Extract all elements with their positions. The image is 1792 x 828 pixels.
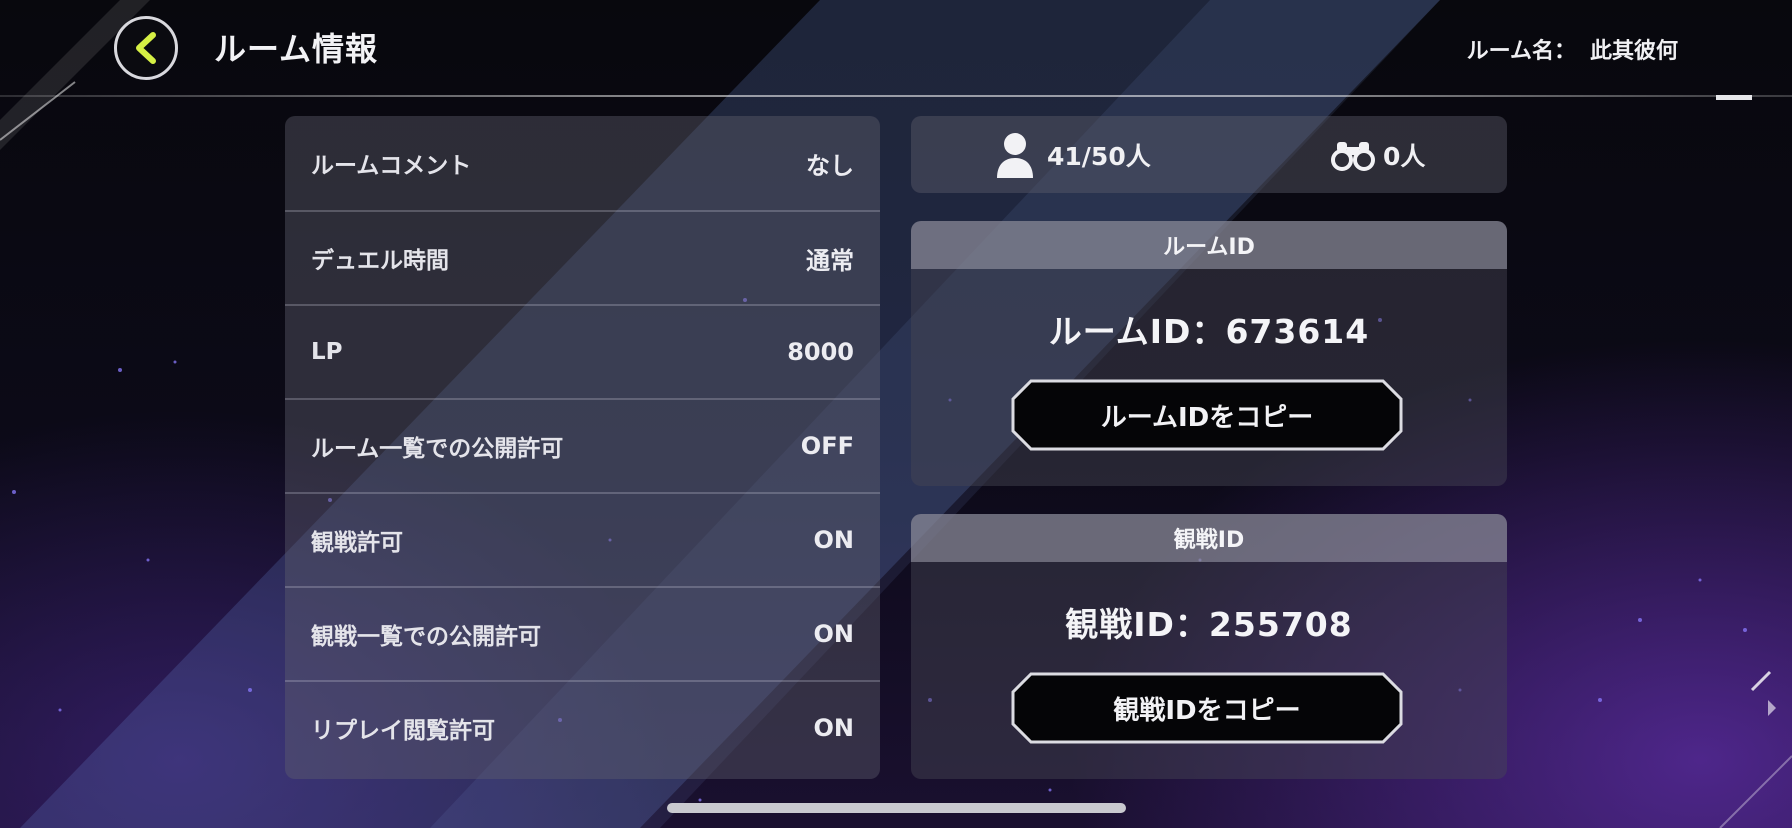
room-id-card: ルームID ルームID：673614 ルームIDをコピー [911, 221, 1507, 486]
room-name-value: 此其彼何 [1589, 39, 1678, 64]
player-count-text: 41/50人 [1047, 141, 1151, 171]
setting-label: デュエル時間 [311, 248, 449, 274]
room-id-text: ルームID：673614 [1048, 312, 1370, 351]
setting-value: OFF [800, 432, 854, 460]
header-divider [0, 95, 1792, 97]
setting-row-room-comment: ルームコメント なし [285, 116, 880, 210]
spectator-count-text: 0人 [1383, 141, 1426, 171]
spectator-count: 0人 [1331, 116, 1425, 193]
setting-label: リプレイ閲覧許可 [311, 718, 495, 744]
home-indicator[interactable] [667, 803, 1126, 813]
copy-room-id-label: ルームIDをコピー [1100, 402, 1314, 433]
room-name-label: ルーム名： [1466, 39, 1576, 64]
back-button[interactable] [114, 16, 178, 80]
binoculars-icon [1331, 139, 1375, 171]
room-stats-bar: 41/50人 0人 [911, 116, 1507, 193]
player-count: 41/50人 [995, 116, 1151, 193]
setting-row-replay-viewing: リプレイ閲覧許可 ON [285, 680, 880, 774]
setting-label: ルームコメント [311, 153, 472, 179]
spectate-id-text: 観戦ID：255708 [1065, 605, 1353, 644]
setting-row-room-list-visibility: ルーム一覧での公開許可 OFF [285, 398, 880, 492]
setting-value: 8000 [787, 338, 854, 366]
copy-spectate-id-button[interactable]: 観戦IDをコピー [1011, 672, 1403, 744]
room-settings-panel: ルームコメント なし デュエル時間 通常 LP 8000 ルーム一覧での公開許可… [285, 116, 880, 779]
setting-label: 観戦一覧での公開許可 [311, 624, 541, 650]
header-bar: ルーム情報 ルーム名： 此其彼何 [0, 0, 1792, 100]
page-title: ルーム情報 [214, 30, 379, 68]
room-name-display: ルーム名： 此其彼何 [1467, 33, 1678, 65]
setting-row-lp: LP 8000 [285, 304, 880, 398]
spectate-id-card-header: 観戦ID [911, 514, 1507, 562]
room-id-card-header: ルームID [911, 221, 1507, 269]
chevron-left-icon [131, 31, 161, 65]
setting-label: 観戦許可 [311, 530, 403, 556]
setting-label: ルーム一覧での公開許可 [311, 436, 564, 462]
copy-spectate-id-label: 観戦IDをコピー [1113, 695, 1301, 726]
spectate-id-card: 観戦ID 観戦ID：255708 観戦IDをコピー [911, 514, 1507, 779]
setting-value: ON [813, 526, 855, 554]
background-beams [0, 0, 1792, 828]
setting-row-spectate-list-visibility: 観戦一覧での公開許可 ON [285, 586, 880, 680]
setting-row-spectating-allowed: 観戦許可 ON [285, 492, 880, 586]
setting-value: ON [813, 714, 855, 742]
setting-value: ON [813, 620, 855, 648]
setting-label: LP [311, 339, 343, 365]
header-divider-marker [1716, 95, 1752, 100]
setting-value: 通常 [806, 246, 854, 275]
setting-value: なし [806, 151, 854, 180]
setting-row-duel-time: デュエル時間 通常 [285, 210, 880, 304]
copy-room-id-button[interactable]: ルームIDをコピー [1011, 379, 1403, 451]
person-icon [995, 131, 1035, 179]
background [0, 0, 1792, 828]
